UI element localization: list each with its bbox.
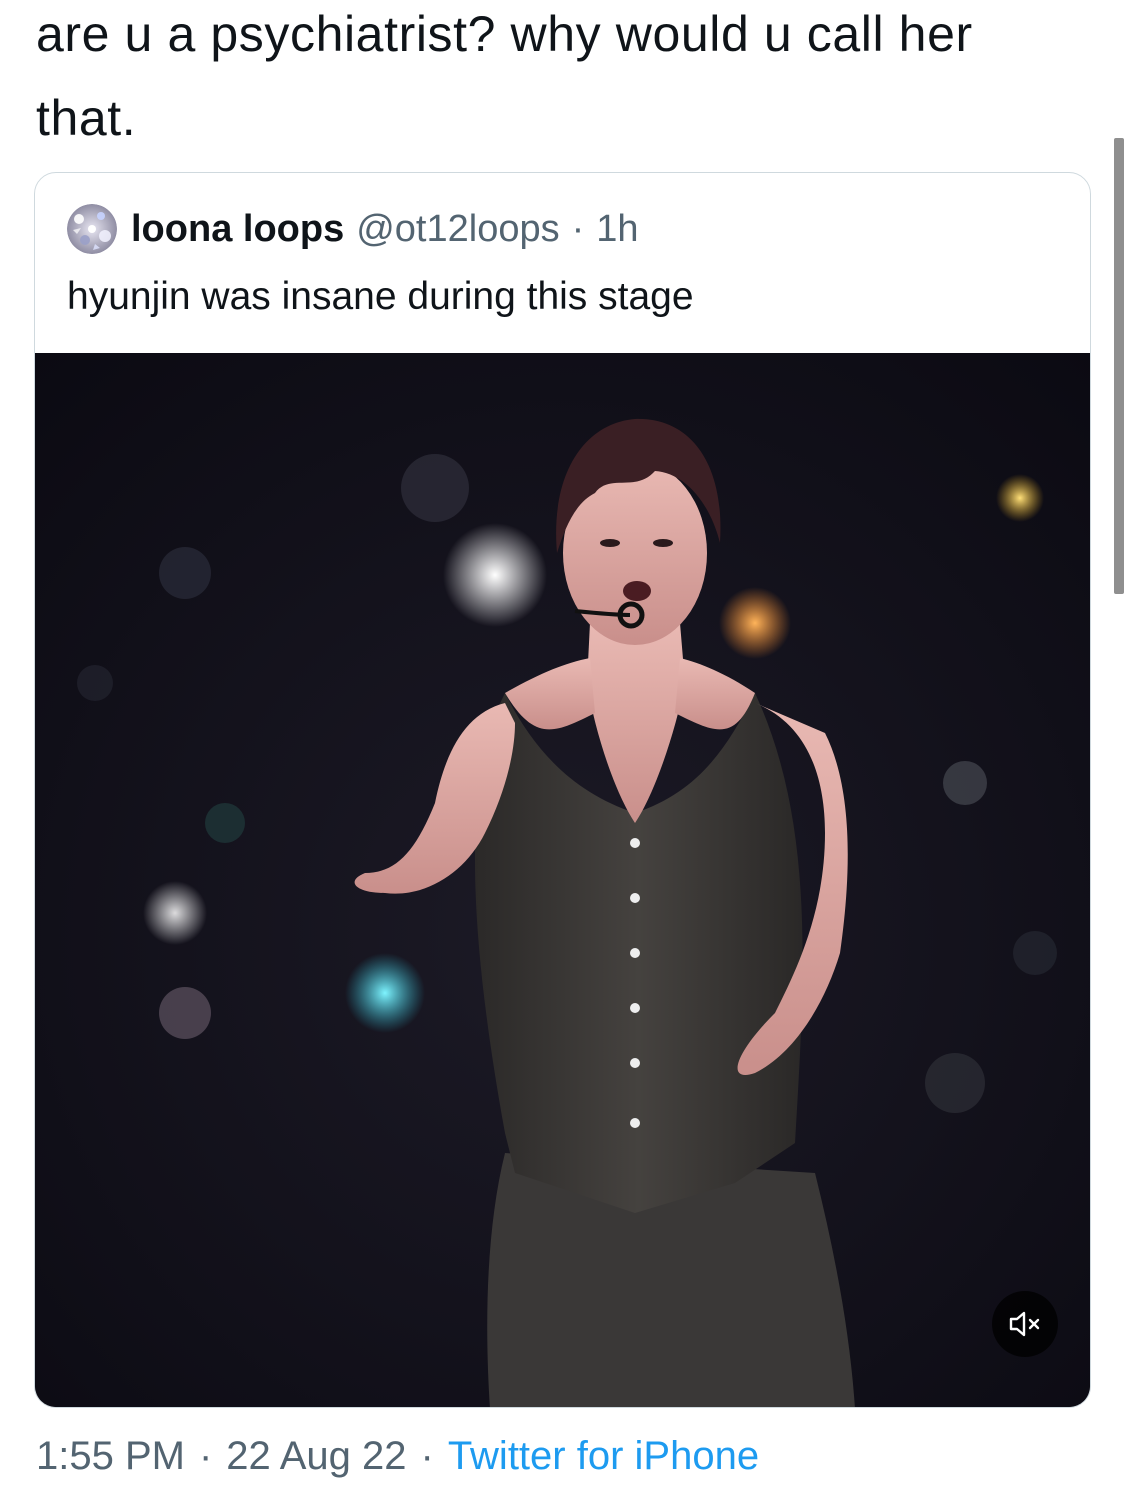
sparkle-avatar-icon	[67, 204, 117, 254]
quoted-tweet-card[interactable]: loona loops @ot12loops · 1h hyunjin was …	[34, 172, 1091, 1408]
scrollbar[interactable]	[1114, 138, 1124, 594]
separator-dot: ·	[571, 207, 585, 250]
tweet-time[interactable]: 1:55 PM	[36, 1434, 185, 1478]
tweet-age[interactable]: 1h	[596, 208, 638, 251]
tweet-source-link[interactable]: Twitter for iPhone	[448, 1434, 759, 1478]
video-frame	[35, 353, 1090, 1407]
separator-dot: ·	[420, 1434, 434, 1478]
tweet-date[interactable]: 22 Aug 22	[226, 1434, 406, 1478]
avatar[interactable]	[67, 204, 117, 254]
separator-dot: ·	[198, 1434, 213, 1478]
quoted-tweet-text: hyunjin was insane during this stage	[67, 275, 694, 318]
handle[interactable]: @ot12loops	[356, 208, 559, 251]
video-media[interactable]	[35, 353, 1090, 1407]
mute-toggle-button[interactable]	[992, 1291, 1058, 1357]
speaker-muted-icon	[1009, 1311, 1040, 1337]
tweet-text: are u a psychiatrist? why would u call h…	[36, 6, 973, 146]
tweet-metadata: 1:55 PM · 22 Aug 22 · Twitter for iPhone	[36, 1426, 759, 1486]
display-name[interactable]: loona loops	[131, 208, 344, 251]
quoted-tweet-header: loona loops @ot12loops · 1h	[67, 201, 639, 257]
